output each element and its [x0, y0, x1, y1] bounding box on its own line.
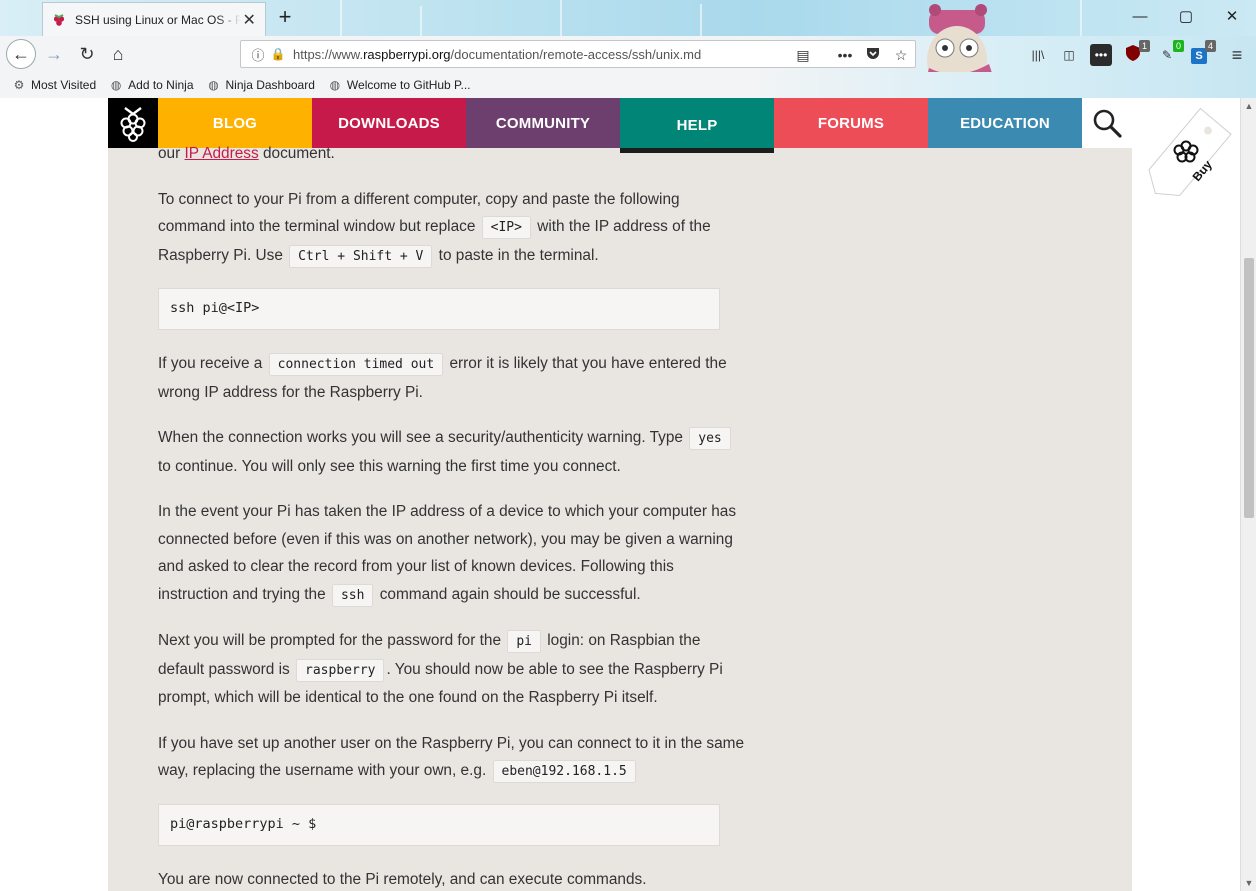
text: our — [158, 145, 185, 162]
bookmarks-toolbar: ⚙ Most Visited ◍ Add to Ninja ◍ Ninja Da… — [0, 72, 1256, 98]
page-actions-icon[interactable]: ••• — [835, 45, 855, 65]
text: to continue. You will only see this warn… — [158, 457, 621, 475]
close-tab-icon[interactable]: ✕ — [241, 10, 257, 30]
tab-title: SSH using Linux or Mac OS - Raspberry Pi… — [75, 12, 242, 27]
inline-code-eben: eben@192.168.1.5 — [492, 760, 636, 783]
search-button[interactable] — [1082, 98, 1132, 148]
bookmark-add-to-ninja[interactable]: ◍ Add to Ninja — [109, 78, 194, 92]
documentation-content: our IP Address document. To connect to y… — [158, 140, 748, 891]
raspberry-pi-logo[interactable] — [108, 98, 158, 148]
raspberry-favicon-icon — [53, 13, 65, 26]
ublock-badge: 1 — [1138, 40, 1150, 52]
lock-icon: 🔒 — [270, 47, 286, 61]
bookmark-most-visited[interactable]: ⚙ Most Visited — [12, 78, 97, 92]
paragraph-password: Next you will be prompted for the passwo… — [158, 627, 748, 712]
s-extension-badge: 4 — [1204, 40, 1216, 52]
s-extension-icon[interactable]: S 4 — [1188, 40, 1216, 66]
sidebar-icon[interactable]: ◫ — [1058, 44, 1080, 66]
scroll-down-icon[interactable]: ▼ — [1241, 875, 1256, 891]
paragraph-ip-address: our IP Address document. — [158, 140, 748, 168]
inline-code-pi: pi — [507, 630, 541, 653]
new-tab-button[interactable]: + — [272, 4, 298, 30]
page-viewport: BLOG DOWNLOADS COMMUNITY HELP FORUMS EDU… — [0, 98, 1240, 891]
text: Next you will be prompted for the passwo… — [158, 632, 506, 649]
inline-code-ssh: ssh — [331, 583, 374, 607]
text: If you have set up another user on the R… — [158, 734, 745, 780]
background-decoration — [340, 0, 342, 36]
browser-tab-active[interactable]: SSH using Linux or Mac OS - Raspberry Pi… — [42, 2, 266, 36]
pen-extension-badge: 0 — [1172, 40, 1184, 52]
ip-address-link[interactable]: IP Address — [185, 145, 259, 162]
inline-code-yes: yes — [689, 427, 731, 450]
home-button[interactable]: ⌂ — [104, 40, 132, 68]
paragraph-known-devices: In the event your Pi has taken the IP ad… — [158, 498, 748, 609]
nav-forums[interactable]: FORUMS — [774, 98, 928, 148]
background-decoration — [1080, 0, 1082, 36]
inline-code-timeout: connection timed out — [268, 353, 444, 376]
maximize-window-icon[interactable]: ▢ — [1173, 6, 1199, 28]
background-decoration — [420, 6, 422, 36]
inline-code-raspberry: raspberry — [296, 658, 385, 682]
globe-icon: ◍ — [208, 78, 219, 92]
paragraph-authenticity: When the connection works you will see a… — [158, 424, 748, 480]
pocket-icon[interactable] — [863, 45, 883, 65]
paragraph-other-user: If you have set up another user on the R… — [158, 730, 748, 786]
paragraph-connect: To connect to your Pi from a different c… — [158, 186, 748, 271]
tab-strip: SSH using Linux or Mac OS - Raspberry Pi… — [0, 0, 1256, 36]
address-bar[interactable]: ⓘ 🔒 https://www.raspberrypi.org/document… — [240, 40, 916, 68]
background-decoration — [700, 4, 702, 36]
search-icon — [1093, 109, 1122, 138]
text: When the connection works you will see a… — [158, 429, 688, 446]
reader-view-icon[interactable]: ▤ — [793, 45, 813, 65]
globe-icon: ◍ — [329, 78, 341, 92]
paragraph-connected: You are now connected to the Pi remotely… — [158, 870, 647, 888]
code-block-ssh-command[interactable]: ssh pi@<IP> — [158, 288, 720, 330]
back-button[interactable]: ← — [6, 39, 36, 69]
globe-icon: ◍ — [110, 78, 122, 92]
text: to paste in the terminal. — [434, 246, 599, 264]
background-decoration — [560, 0, 562, 36]
bookmark-welcome-github[interactable]: ◍ Welcome to GitHub P... — [328, 78, 471, 92]
ublock-icon[interactable]: 1 — [1122, 40, 1150, 66]
hamburger-menu-icon[interactable]: ≡ — [1226, 44, 1248, 66]
bookmark-label: Most Visited — [31, 78, 97, 92]
text: command again should be successful. — [375, 585, 641, 603]
scroll-up-icon[interactable]: ▲ — [1241, 98, 1256, 114]
text: document. — [258, 145, 335, 162]
bookmark-ninja-dashboard[interactable]: ◍ Ninja Dashboard — [207, 78, 315, 92]
minimize-window-icon[interactable]: — — [1127, 6, 1153, 28]
text: If you receive a — [158, 355, 267, 372]
bookmark-label: Ninja Dashboard — [225, 78, 315, 92]
bookmark-label: Add to Ninja — [128, 78, 194, 92]
buy-tag-button[interactable]: Buy — [1140, 102, 1240, 212]
scrollbar-thumb[interactable] — [1244, 258, 1254, 518]
paragraph-timeout: If you receive a connection timed out er… — [158, 350, 748, 406]
forward-button[interactable]: → — [40, 40, 68, 68]
gear-icon: ⚙ — [13, 78, 25, 92]
page-scrollbar[interactable]: ▲ ▼ — [1240, 98, 1256, 891]
inline-code-ip: <IP> — [481, 216, 531, 239]
reload-button[interactable]: ↻ — [73, 40, 101, 68]
extension-menu-icon[interactable]: ••• — [1090, 44, 1112, 66]
pen-extension-icon[interactable]: ✎ 0 — [1156, 40, 1184, 66]
inline-code-paste-shortcut: Ctrl + Shift + V — [289, 244, 433, 268]
nav-education[interactable]: EDUCATION — [928, 98, 1082, 148]
site-info-icon[interactable]: ⓘ — [247, 45, 269, 64]
raspberry-logo-icon — [120, 107, 146, 142]
code-block-prompt[interactable]: pi@raspberrypi ~ $ — [158, 803, 720, 846]
bookmark-label: Welcome to GitHub P... — [346, 78, 471, 92]
close-window-icon[interactable]: ✕ — [1219, 6, 1245, 28]
url-text: https://www.raspberrypi.org/documentatio… — [293, 46, 702, 62]
